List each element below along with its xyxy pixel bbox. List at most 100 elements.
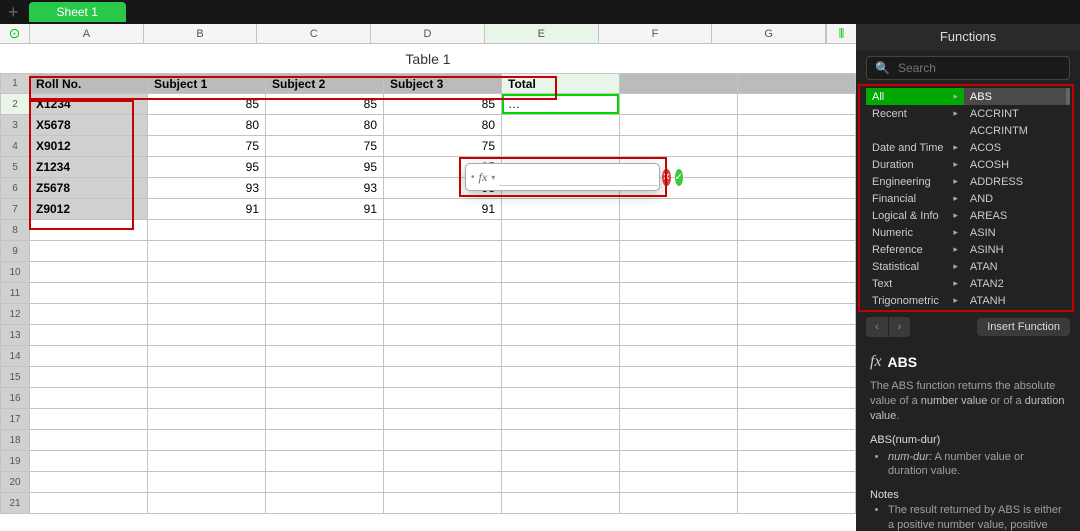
data-cell[interactable] — [384, 283, 502, 304]
data-cell[interactable] — [620, 367, 738, 388]
row-header[interactable]: 6 — [0, 178, 30, 199]
column-header[interactable]: A — [30, 24, 144, 43]
data-cell[interactable] — [738, 283, 856, 304]
data-cell[interactable] — [620, 493, 738, 514]
data-cell[interactable] — [384, 493, 502, 514]
function-category[interactable]: Trigonometric▸ — [866, 292, 964, 309]
data-cell[interactable]: 85 — [148, 94, 266, 115]
data-cell[interactable] — [30, 388, 148, 409]
data-cell[interactable] — [384, 346, 502, 367]
data-cell[interactable] — [384, 388, 502, 409]
formula-input[interactable] — [499, 168, 658, 186]
data-cell[interactable]: … — [502, 94, 620, 115]
row-header[interactable]: 9 — [0, 241, 30, 262]
data-cell[interactable] — [502, 136, 620, 157]
row-header[interactable]: 15 — [0, 367, 30, 388]
data-cell[interactable] — [266, 367, 384, 388]
data-cell[interactable] — [30, 304, 148, 325]
data-cell[interactable] — [502, 388, 620, 409]
data-cell[interactable] — [148, 409, 266, 430]
data-cell[interactable] — [30, 220, 148, 241]
data-cell[interactable]: 93 — [266, 178, 384, 199]
row-header[interactable]: 14 — [0, 346, 30, 367]
row-header[interactable]: 1 — [0, 73, 30, 94]
data-cell[interactable] — [148, 388, 266, 409]
data-cell[interactable] — [620, 430, 738, 451]
row-header[interactable]: 10 — [0, 262, 30, 283]
function-item[interactable]: ATAN2 — [964, 275, 1070, 292]
data-cell[interactable] — [738, 136, 856, 157]
insert-function-button[interactable]: Insert Function — [977, 318, 1070, 336]
pause-icon[interactable]: ⦀ — [826, 24, 856, 43]
data-cell[interactable] — [30, 430, 148, 451]
function-category[interactable]: Text▸ — [866, 275, 964, 292]
row-header[interactable]: 17 — [0, 409, 30, 430]
row-header[interactable]: 12 — [0, 304, 30, 325]
data-cell[interactable] — [738, 472, 856, 493]
data-cell[interactable] — [738, 199, 856, 220]
data-cell[interactable] — [30, 409, 148, 430]
data-cell[interactable] — [738, 346, 856, 367]
data-cell[interactable] — [384, 241, 502, 262]
function-category[interactable]: Recent▸ — [866, 105, 964, 122]
data-cell[interactable] — [502, 493, 620, 514]
function-category[interactable]: All▸ — [866, 88, 964, 105]
data-cell[interactable] — [738, 94, 856, 115]
function-search[interactable]: 🔍 — [866, 56, 1070, 80]
data-cell[interactable] — [620, 388, 738, 409]
data-cell[interactable] — [502, 367, 620, 388]
data-cell[interactable]: 91 — [384, 199, 502, 220]
data-cell[interactable] — [620, 94, 738, 115]
column-header[interactable]: B — [144, 24, 258, 43]
data-cell[interactable] — [148, 325, 266, 346]
data-cell[interactable] — [502, 409, 620, 430]
row-header[interactable]: 20 — [0, 472, 30, 493]
data-cell[interactable] — [384, 304, 502, 325]
function-item[interactable]: ATANH — [964, 292, 1070, 309]
data-cell[interactable] — [620, 346, 738, 367]
data-cell[interactable] — [502, 304, 620, 325]
function-item[interactable]: ACOS — [964, 139, 1070, 156]
function-item[interactable]: ASIN — [964, 224, 1070, 241]
column-header[interactable]: E — [485, 24, 599, 43]
data-cell[interactable] — [30, 346, 148, 367]
data-cell[interactable] — [738, 157, 856, 178]
data-cell[interactable] — [738, 220, 856, 241]
data-cell[interactable] — [266, 451, 384, 472]
formula-dropdown-icon[interactable]: ▾ — [491, 173, 495, 182]
data-cell[interactable]: 91 — [266, 199, 384, 220]
data-cell[interactable]: 91 — [148, 199, 266, 220]
data-cell[interactable] — [266, 472, 384, 493]
data-cell[interactable] — [148, 241, 266, 262]
data-cell[interactable] — [620, 262, 738, 283]
row-header[interactable]: 3 — [0, 115, 30, 136]
data-cell[interactable] — [502, 283, 620, 304]
data-cell[interactable] — [502, 346, 620, 367]
header-cell[interactable] — [738, 73, 856, 94]
data-cell[interactable]: 75 — [266, 136, 384, 157]
data-cell[interactable] — [620, 409, 738, 430]
row-header[interactable]: 13 — [0, 325, 30, 346]
prev-function-button[interactable]: ‹ — [866, 317, 888, 337]
scrollbar-thumb[interactable] — [1066, 88, 1070, 105]
data-cell[interactable] — [738, 493, 856, 514]
data-cell[interactable]: 80 — [384, 115, 502, 136]
function-category[interactable] — [866, 122, 964, 139]
data-cell[interactable]: Z1234 — [30, 157, 148, 178]
data-cell[interactable] — [384, 220, 502, 241]
header-cell[interactable]: Subject 3 — [384, 73, 502, 94]
expand-outline-icon[interactable]: ⊙ — [0, 24, 30, 43]
data-cell[interactable]: 80 — [266, 115, 384, 136]
data-cell[interactable] — [502, 325, 620, 346]
data-cell[interactable] — [502, 241, 620, 262]
data-cell[interactable] — [738, 430, 856, 451]
data-cell[interactable] — [266, 325, 384, 346]
data-cell[interactable] — [620, 283, 738, 304]
row-header[interactable]: 8 — [0, 220, 30, 241]
function-item[interactable]: ASINH — [964, 241, 1070, 258]
data-cell[interactable]: 85 — [384, 94, 502, 115]
data-cell[interactable] — [148, 346, 266, 367]
data-cell[interactable] — [266, 241, 384, 262]
column-header[interactable]: D — [371, 24, 485, 43]
data-cell[interactable] — [266, 388, 384, 409]
